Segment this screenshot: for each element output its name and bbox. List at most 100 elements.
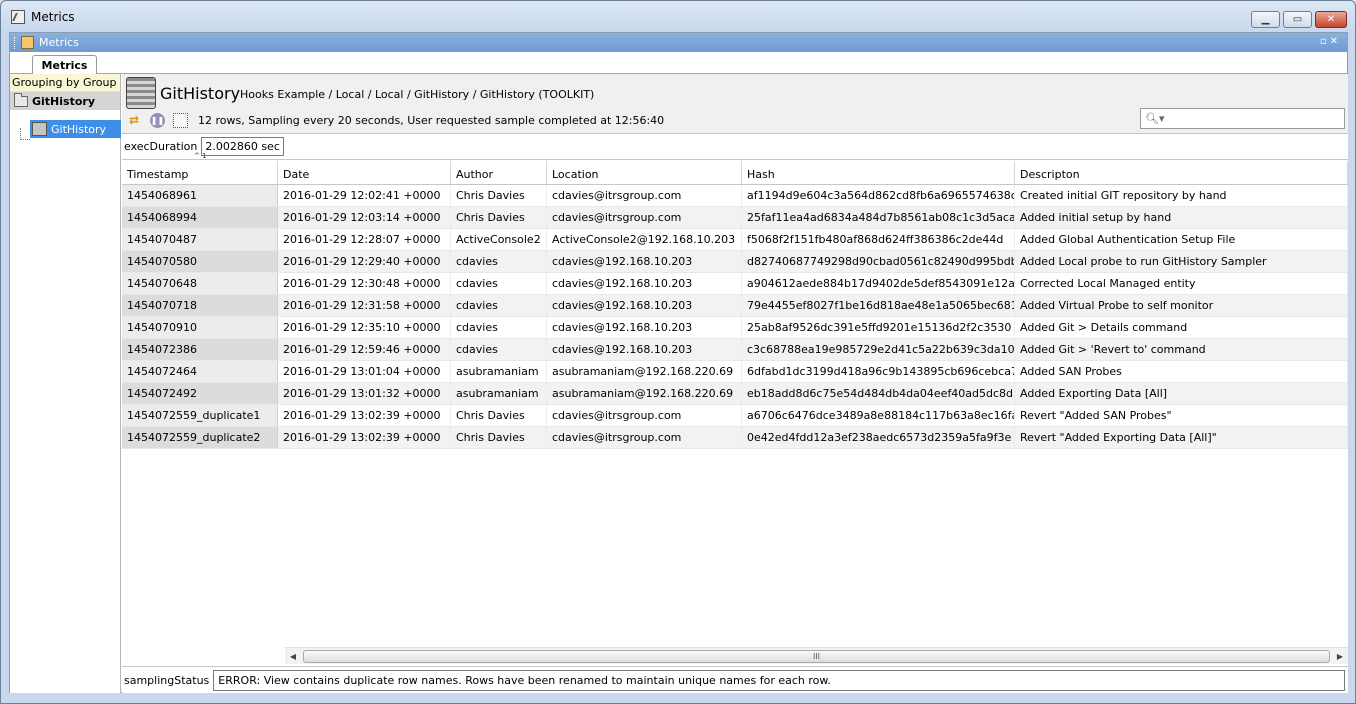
table-cell[interactable]: cdavies bbox=[451, 273, 547, 294]
table-cell[interactable]: c3c68788ea19e985729e2d41c5a22b639c3da10a bbox=[742, 339, 1015, 360]
table-row[interactable]: 1454072559_duplicate1 2016-01-29 13:02:39… bbox=[122, 405, 1348, 427]
drag-grip[interactable] bbox=[14, 36, 18, 49]
row-name-cell[interactable]: 1454070648 bbox=[122, 273, 278, 294]
table-cell[interactable]: Chris Davies bbox=[451, 185, 547, 206]
table-cell[interactable]: Chris Davies bbox=[451, 405, 547, 426]
tab-metrics[interactable]: Metrics bbox=[32, 55, 97, 74]
tree-item-githistory[interactable]: GitHistory bbox=[30, 120, 121, 138]
minimize-button[interactable]: ▁ bbox=[1251, 11, 1280, 28]
table-cell[interactable]: cdavies@itrsgroup.com bbox=[547, 207, 742, 228]
table-cell[interactable]: 6dfabd1dc3199d418a96c9b143895cb696cebca7 bbox=[742, 361, 1015, 382]
table-cell[interactable]: Added Local probe to run GitHistory Samp… bbox=[1015, 251, 1348, 272]
grouping-label[interactable]: Grouping by Group bbox=[10, 74, 120, 92]
table-cell[interactable]: ActiveConsole2@192.168.10.203 bbox=[547, 229, 742, 250]
tree-group-githistory[interactable]: GitHistory bbox=[10, 92, 120, 110]
table-cell[interactable]: Added Virtual Probe to self monitor bbox=[1015, 295, 1348, 316]
table-cell[interactable]: asubramaniam bbox=[451, 383, 547, 404]
row-name-cell[interactable]: 1454068961 bbox=[122, 185, 278, 206]
snapshot-icon[interactable] bbox=[173, 112, 188, 128]
table-cell[interactable]: Added Global Authentication Setup File bbox=[1015, 229, 1348, 250]
row-name-cell[interactable]: 1454072464 bbox=[122, 361, 278, 382]
table-row[interactable]: 1454070718 2016-01-29 12:31:58 +0000 cdavi… bbox=[122, 295, 1348, 317]
scroll-thumb[interactable]: III bbox=[303, 649, 1330, 663]
column-header-author[interactable]: Author bbox=[451, 161, 547, 184]
table-cell[interactable]: cdavies@itrsgroup.com bbox=[547, 427, 742, 448]
table-cell[interactable]: 2016-01-29 12:29:40 +0000 bbox=[278, 251, 451, 272]
table-cell[interactable]: Created initial GIT repository by hand bbox=[1015, 185, 1348, 206]
column-header-date[interactable]: Date bbox=[278, 161, 451, 184]
table-cell[interactable]: 25ab8af9526dc391e5ffd9201e15136d2f2c3530 bbox=[742, 317, 1015, 338]
horizontal-scrollbar[interactable]: ◀ III ▶ bbox=[285, 647, 1348, 664]
table-row[interactable]: 1454070487 2016-01-29 12:28:07 +0000 Activ… bbox=[122, 229, 1348, 251]
search-input[interactable] bbox=[1168, 111, 1344, 126]
row-name-cell[interactable]: 1454070487 bbox=[122, 229, 278, 250]
table-cell[interactable]: cdavies bbox=[451, 339, 547, 360]
table-cell[interactable]: ActiveConsole2 bbox=[451, 229, 547, 250]
table-cell[interactable]: 2016-01-29 13:01:32 +0000 bbox=[278, 383, 451, 404]
close-button[interactable]: ✕ bbox=[1315, 11, 1347, 28]
row-name-cell[interactable]: 1454070718 bbox=[122, 295, 278, 316]
table-cell[interactable]: cdavies bbox=[451, 317, 547, 338]
table-cell[interactable]: Chris Davies bbox=[451, 427, 547, 448]
table-row[interactable]: 1454072464 2016-01-29 13:01:04 +0000 asubr… bbox=[122, 361, 1348, 383]
table-cell[interactable]: 2016-01-29 13:01:04 +0000 bbox=[278, 361, 451, 382]
table-row[interactable]: 1454072386 2016-01-29 12:59:46 +0000 cdavi… bbox=[122, 339, 1348, 361]
table-cell[interactable]: 2016-01-29 12:35:10 +0000 bbox=[278, 317, 451, 338]
table-row[interactable]: 1454070580 2016-01-29 12:29:40 +0000 cdavi… bbox=[122, 251, 1348, 273]
table-cell[interactable]: 25faf11ea4ad6834a484d7b8561ab08c1c3d5aca bbox=[742, 207, 1015, 228]
table-cell[interactable]: cdavies@itrsgroup.com bbox=[547, 185, 742, 206]
table-cell[interactable]: Added Git > Details command bbox=[1015, 317, 1348, 338]
table-cell[interactable]: Corrected Local Managed entity bbox=[1015, 273, 1348, 294]
table-cell[interactable]: af1194d9e604c3a564d862cd8fb6a6965574638c bbox=[742, 185, 1015, 206]
table-cell[interactable]: Revert "Added SAN Probes" bbox=[1015, 405, 1348, 426]
table-cell[interactable]: 2016-01-29 12:30:48 +0000 bbox=[278, 273, 451, 294]
table-cell[interactable]: cdavies@itrsgroup.com bbox=[547, 405, 742, 426]
frame-title-bar[interactable]: Metrics ▫✕ bbox=[10, 33, 1347, 52]
table-row[interactable]: 1454068994 2016-01-29 12:03:14 +0000 Chris… bbox=[122, 207, 1348, 229]
column-header-hash[interactable]: Hash bbox=[742, 161, 1015, 184]
table-cell[interactable]: a6706c6476dce3489a8e88184c117b63a8ec16fa bbox=[742, 405, 1015, 426]
row-name-cell[interactable]: 1454072386 bbox=[122, 339, 278, 360]
table-cell[interactable]: asubramaniam bbox=[451, 361, 547, 382]
table-cell[interactable]: 2016-01-29 12:59:46 +0000 bbox=[278, 339, 451, 360]
search-box[interactable]: 🔍︎▾ bbox=[1140, 108, 1345, 129]
table-cell[interactable]: asubramaniam@192.168.220.69 bbox=[547, 383, 742, 404]
table-cell[interactable]: 0e42ed4fdd12a3ef238aedc6573d2359a5fa9f3e bbox=[742, 427, 1015, 448]
table-cell[interactable]: cdavies@192.168.10.203 bbox=[547, 339, 742, 360]
column-header-timestamp[interactable]: ^ 1 Timestamp bbox=[122, 152, 278, 184]
row-name-cell[interactable]: 1454072492 bbox=[122, 383, 278, 404]
table-cell[interactable]: d82740687749298d90cbad0561c82490d995bdb2 bbox=[742, 251, 1015, 272]
row-name-cell[interactable]: 1454070910 bbox=[122, 317, 278, 338]
table-row[interactable]: 1454070910 2016-01-29 12:35:10 +0000 cdavi… bbox=[122, 317, 1348, 339]
table-cell[interactable]: asubramaniam@192.168.220.69 bbox=[547, 361, 742, 382]
table-cell[interactable]: 2016-01-29 13:02:39 +0000 bbox=[278, 405, 451, 426]
table-cell[interactable]: cdavies@192.168.10.203 bbox=[547, 273, 742, 294]
maximize-button[interactable]: ▭ bbox=[1283, 11, 1312, 28]
table-cell[interactable]: 2016-01-29 12:31:58 +0000 bbox=[278, 295, 451, 316]
table-cell[interactable]: 79e4455ef8027f1be16d818ae48e1a5065bec681 bbox=[742, 295, 1015, 316]
table-cell[interactable]: cdavies@192.168.10.203 bbox=[547, 295, 742, 316]
scroll-left-icon[interactable]: ◀ bbox=[285, 652, 301, 661]
table-cell[interactable]: Added initial setup by hand bbox=[1015, 207, 1348, 228]
column-header-description[interactable]: Descripton bbox=[1015, 161, 1348, 184]
table-cell[interactable]: Added Exporting Data [All] bbox=[1015, 383, 1348, 404]
table-cell[interactable]: cdavies bbox=[451, 295, 547, 316]
table-cell[interactable]: 2016-01-29 12:28:07 +0000 bbox=[278, 229, 451, 250]
row-name-cell[interactable]: 1454070580 bbox=[122, 251, 278, 272]
scroll-right-icon[interactable]: ▶ bbox=[1332, 652, 1348, 661]
table-cell[interactable]: eb18add8d6c75e54d484db4da04eef40ad5dc8d5 bbox=[742, 383, 1015, 404]
table-cell[interactable]: cdavies@192.168.10.203 bbox=[547, 317, 742, 338]
row-name-cell[interactable]: 1454068994 bbox=[122, 207, 278, 228]
table-cell[interactable]: Added SAN Probes bbox=[1015, 361, 1348, 382]
table-row[interactable]: 1454072492 2016-01-29 13:01:32 +0000 asubr… bbox=[122, 383, 1348, 405]
table-row[interactable]: 1454070648 2016-01-29 12:30:48 +0000 cdavi… bbox=[122, 273, 1348, 295]
table-cell[interactable]: cdavies@192.168.10.203 bbox=[547, 251, 742, 272]
frame-controls[interactable]: ▫✕ bbox=[1320, 36, 1341, 47]
table-cell[interactable]: Revert "Added Exporting Data [All]" bbox=[1015, 427, 1348, 448]
table-cell[interactable]: 2016-01-29 13:02:39 +0000 bbox=[278, 427, 451, 448]
title-bar[interactable]: Metrics ▁ ▭ ✕ bbox=[1, 1, 1355, 33]
pause-icon[interactable]: ❚❚ bbox=[150, 112, 165, 128]
row-name-cell[interactable]: 1454072559_duplicate2 bbox=[122, 427, 278, 448]
row-name-cell[interactable]: 1454072559_duplicate1 bbox=[122, 405, 278, 426]
column-header-location[interactable]: Location bbox=[547, 161, 742, 184]
